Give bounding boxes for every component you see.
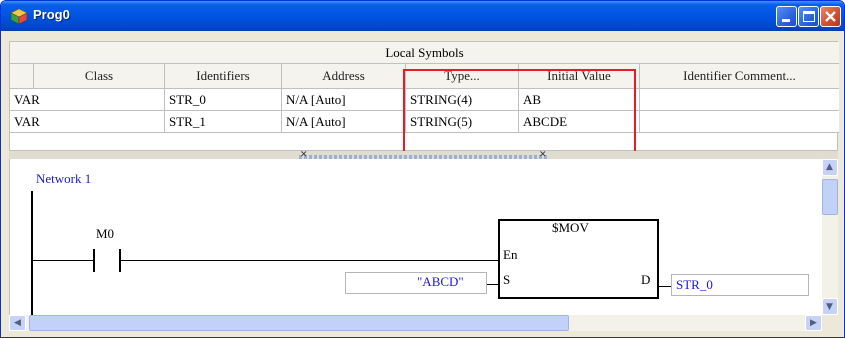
scroll-up-button[interactable]: ▲ [822,159,838,176]
cell-address[interactable]: N/A [Auto] [282,111,406,132]
chevron-right-icon: ▶ [810,318,817,328]
chevron-down-icon: ▼ [826,302,833,312]
scroll-right-button[interactable]: ▶ [805,315,822,331]
input-wire [487,284,498,285]
maximize-button[interactable] [798,6,819,27]
horizontal-scrollbar[interactable]: ◀ ▶ [9,315,822,331]
column-header-identifiers[interactable]: Identifiers [165,64,282,88]
cell-comment[interactable] [640,111,839,132]
cell-address[interactable]: N/A [Auto] [282,89,406,110]
column-header-class[interactable]: Class [34,64,165,88]
vertical-scrollbar[interactable]: ▲ ▼ [822,159,838,315]
input-operand-value: "ABCD" [417,274,464,289]
scroll-down-button[interactable]: ▼ [822,298,838,315]
prog-cube-icon [10,8,28,25]
program-window: Prog0 Local Symbols Class Identifiers Ad… [0,0,845,338]
window-title: Prog0 [33,7,70,22]
rung-wire [33,260,93,261]
chevron-left-icon: ◀ [14,318,21,328]
column-header-comment[interactable]: Identifier Comment... [640,64,839,88]
cell-class[interactable]: VAR [10,111,165,132]
function-block-name: $MOV [552,220,589,235]
title-bar[interactable]: Prog0 [1,1,844,31]
close-icon [825,11,836,22]
horizontal-scroll-thumb[interactable] [29,315,569,331]
scroll-left-button[interactable]: ◀ [9,315,26,331]
maximize-icon [803,11,815,22]
pin-s-label: S [503,272,511,287]
local-symbols-title: Local Symbols [385,45,464,60]
cell-identifier[interactable]: STR_0 [165,89,282,110]
chevron-up-icon: ▲ [826,162,833,172]
pin-d-label: D [641,272,651,287]
row-header-corner[interactable] [10,64,34,88]
output-operand-value: STR_0 [676,277,713,292]
pin-en-label: En [503,247,518,262]
local-symbols-header: Local Symbols [10,42,839,64]
minimize-button[interactable] [776,6,797,27]
scrollbar-corner [822,315,838,331]
vertical-scroll-thumb[interactable] [822,179,838,215]
minimize-icon [782,19,790,22]
rung-wire [121,260,498,261]
network-label: Network 1 [36,171,92,186]
contact-bar-left[interactable] [93,249,95,272]
cell-class[interactable]: VAR [10,89,165,110]
input-operand-field[interactable] [345,272,487,294]
cell-comment[interactable] [640,89,839,110]
cell-identifier[interactable]: STR_1 [165,111,282,132]
column-header-address[interactable]: Address [282,64,406,88]
contact-label: M0 [96,226,115,241]
power-rail [31,191,33,316]
close-button[interactable] [820,6,841,27]
output-wire [659,286,671,287]
highlight-frame [403,69,636,153]
